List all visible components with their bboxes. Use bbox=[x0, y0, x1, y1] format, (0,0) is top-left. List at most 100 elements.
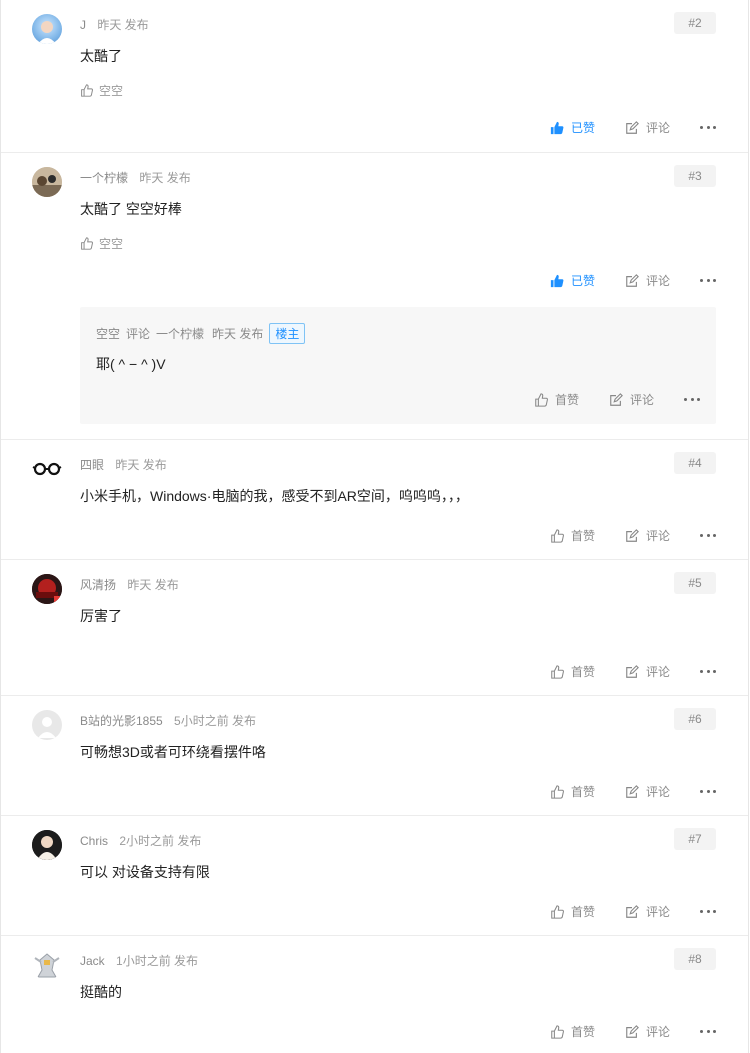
like-button[interactable]: 首赞 bbox=[550, 663, 595, 680]
avatar[interactable] bbox=[32, 454, 62, 484]
thumb-up-icon bbox=[535, 392, 548, 407]
liker-name[interactable]: 空空 bbox=[99, 235, 123, 252]
comment-actions: 首赞 评论 bbox=[550, 783, 716, 800]
like-label: 已赞 bbox=[570, 121, 595, 135]
thumb-up-filled-icon bbox=[550, 274, 564, 287]
edit-icon bbox=[626, 784, 639, 798]
like-button[interactable]: 首赞 bbox=[550, 783, 595, 800]
comment-item: Chris 2小时之前 发布 #7 可以 对设备支持有限 首赞 评论 bbox=[1, 816, 748, 936]
floor-badge: #2 bbox=[674, 12, 716, 34]
like-button[interactable]: 已赞 bbox=[550, 119, 595, 136]
thumb-up-icon bbox=[81, 237, 93, 250]
like-label: 首赞 bbox=[570, 1025, 595, 1039]
more-icon[interactable] bbox=[700, 1026, 716, 1038]
reply-button[interactable]: 评论 bbox=[625, 527, 670, 544]
floor-badge: #8 bbox=[674, 948, 716, 970]
avatar[interactable] bbox=[32, 830, 62, 860]
more-icon[interactable] bbox=[700, 666, 716, 678]
user-name[interactable]: Jack bbox=[80, 954, 105, 968]
reply-actions: 首赞 评论 bbox=[534, 391, 700, 408]
edit-icon bbox=[626, 273, 639, 287]
avatar[interactable] bbox=[32, 574, 62, 604]
thumb-up-icon bbox=[551, 784, 564, 799]
user-name[interactable]: B站的光影1855 bbox=[80, 714, 163, 728]
liker-list: 空空 bbox=[80, 82, 123, 99]
reply-label: 评论 bbox=[629, 393, 654, 407]
comment-item: B站的光影1855 5小时之前 发布 #6 可畅想3D或者可环绕看摆件咯 首赞 … bbox=[1, 696, 748, 816]
floor-badge: #3 bbox=[674, 165, 716, 187]
reply-target[interactable]: 一个柠檬 bbox=[156, 325, 204, 342]
post-time: 昨天 发布 bbox=[97, 18, 149, 32]
reply-button[interactable]: 评论 bbox=[625, 903, 670, 920]
author-tag: 楼主 bbox=[269, 323, 306, 344]
like-button[interactable]: 首赞 bbox=[550, 903, 595, 920]
reply-label: 评论 bbox=[645, 905, 670, 919]
floor-badge: #5 bbox=[674, 572, 716, 594]
comment-actions: 已赞 评论 bbox=[550, 119, 716, 136]
edit-icon bbox=[626, 120, 639, 134]
floor-badge: #4 bbox=[674, 452, 716, 474]
like-button[interactable]: 首赞 bbox=[534, 391, 579, 408]
more-icon[interactable] bbox=[700, 786, 716, 798]
reply-button[interactable]: 评论 bbox=[609, 391, 654, 408]
post-time: 昨天 发布 bbox=[115, 458, 167, 472]
comment-actions: 首赞 评论 bbox=[550, 663, 716, 680]
like-label: 已赞 bbox=[570, 274, 595, 288]
reply-button[interactable]: 评论 bbox=[625, 783, 670, 800]
reply-button[interactable]: 评论 bbox=[625, 119, 670, 136]
thumb-up-filled-icon bbox=[550, 121, 564, 134]
user-name[interactable]: J bbox=[80, 18, 86, 32]
comment-actions: 首赞 评论 bbox=[550, 903, 716, 920]
comment-text: 挺酷的 bbox=[80, 984, 122, 1000]
user-name[interactable]: 风清扬 bbox=[80, 578, 116, 592]
more-icon[interactable] bbox=[700, 906, 716, 918]
more-icon[interactable] bbox=[700, 530, 716, 542]
thumb-up-icon bbox=[551, 664, 564, 679]
thumb-up-icon bbox=[551, 1024, 564, 1039]
reply-button[interactable]: 评论 bbox=[625, 1023, 670, 1040]
like-button[interactable]: 首赞 bbox=[550, 1023, 595, 1040]
edit-icon bbox=[610, 392, 623, 406]
post-time: 1小时之前 发布 bbox=[116, 954, 199, 968]
comment-meta: B站的光影1855 5小时之前 发布 bbox=[80, 712, 256, 729]
avatar[interactable] bbox=[32, 14, 62, 44]
like-button[interactable]: 已赞 bbox=[550, 272, 595, 289]
avatar[interactable] bbox=[32, 167, 62, 197]
floor-badge: #6 bbox=[674, 708, 716, 730]
reply-button[interactable]: 评论 bbox=[625, 663, 670, 680]
like-button[interactable]: 首赞 bbox=[550, 527, 595, 544]
reply-verb: 评论 bbox=[126, 327, 151, 341]
comment-item: 四眼 昨天 发布 #4 小米手机，Windows·电脑的我，感受不到AR空间，呜… bbox=[1, 440, 748, 560]
comment-actions: 首赞 评论 bbox=[550, 527, 716, 544]
user-name[interactable]: 四眼 bbox=[80, 458, 104, 472]
like-label: 首赞 bbox=[570, 785, 595, 799]
comment-text: 太酷了 bbox=[80, 48, 122, 64]
more-icon[interactable] bbox=[700, 275, 716, 287]
more-icon[interactable] bbox=[684, 394, 700, 406]
comment-item: J 昨天 发布 #2 太酷了 空空 已赞 评论 bbox=[1, 0, 748, 153]
reply-label: 评论 bbox=[645, 121, 670, 135]
reply-label: 评论 bbox=[645, 665, 670, 679]
user-name[interactable]: Chris bbox=[80, 834, 108, 848]
edit-icon bbox=[626, 528, 639, 542]
comment-meta: 一个柠檬 昨天 发布 bbox=[80, 169, 191, 186]
edit-icon bbox=[626, 1024, 639, 1038]
like-label: 首赞 bbox=[570, 905, 595, 919]
user-name[interactable]: 一个柠檬 bbox=[80, 171, 128, 185]
reply-author[interactable]: 空空 bbox=[96, 325, 120, 342]
reply-text: 耶( ^ − ^ )V bbox=[96, 356, 166, 372]
comment-meta: 风清扬 昨天 发布 bbox=[80, 576, 179, 593]
comment-meta: Jack 1小时之前 发布 bbox=[80, 952, 198, 969]
comment-item: 一个柠檬 昨天 发布 #3 太酷了 空空好棒 空空 已赞 评论 空空 评论 一个… bbox=[1, 153, 748, 440]
reply-label: 评论 bbox=[645, 529, 670, 543]
comment-text: 可畅想3D或者可环绕看摆件咯 bbox=[80, 744, 266, 760]
reply-box: 空空 评论 一个柠檬 昨天 发布 楼主 耶( ^ − ^ )V 首赞 评论 bbox=[80, 307, 716, 424]
reply-button[interactable]: 评论 bbox=[625, 272, 670, 289]
like-label: 首赞 bbox=[570, 529, 595, 543]
thumb-up-icon bbox=[81, 84, 93, 97]
avatar[interactable] bbox=[32, 710, 62, 740]
reply-label: 评论 bbox=[645, 785, 670, 799]
liker-name[interactable]: 空空 bbox=[99, 82, 123, 99]
more-icon[interactable] bbox=[700, 122, 716, 134]
avatar[interactable] bbox=[32, 950, 62, 980]
